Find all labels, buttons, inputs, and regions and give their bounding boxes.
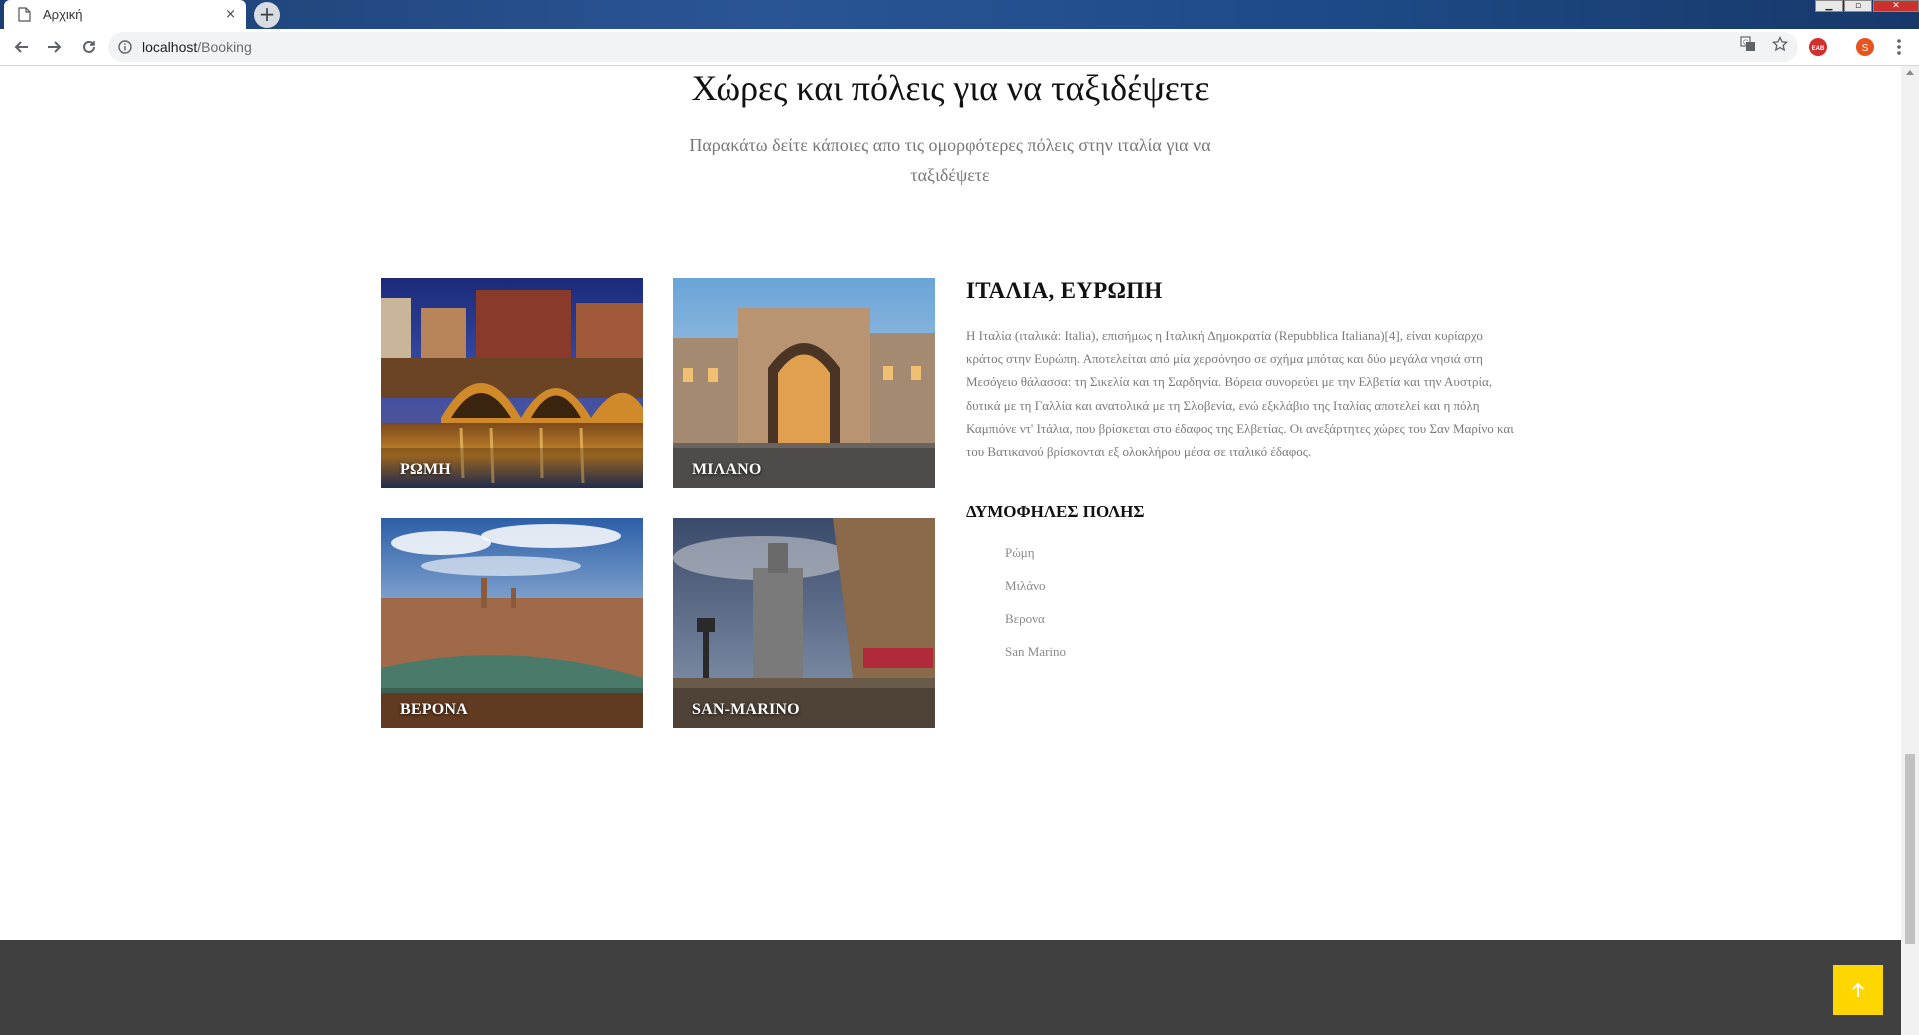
reload-icon (83, 40, 95, 53)
extension-badge: EAB (1812, 46, 1825, 52)
section-heading: Χώρες και πόλεις για να ταξιδέψετε (691, 68, 1210, 108)
popular-city-link[interactable]: Βερονα (1005, 609, 1066, 642)
city-card-rome[interactable]: ΡΩΜΗ (381, 278, 643, 488)
menu-kebab-icon[interactable] (1893, 37, 1905, 57)
url-path: /Booking (197, 39, 252, 55)
popular-cities-list: Ρώμη Μιλάνο Βερονα San Marino (1005, 543, 1066, 675)
city-card-san-marino[interactable]: SAN-MARINO (673, 518, 935, 728)
info-icon[interactable] (118, 40, 132, 54)
page-viewport: Χώρες και πόλεις για να ταξιδέψετε Παρακ… (0, 66, 1901, 1035)
city-card-label: SAN-MARINO (692, 701, 800, 718)
vertical-scrollbar[interactable] (1901, 66, 1919, 1035)
window-close-button[interactable]: ✕ (1873, 0, 1919, 12)
arrow-left-icon (14, 41, 28, 53)
svg-text:G: G (1743, 40, 1748, 47)
minimize-button[interactable]: ▁ (1815, 0, 1843, 12)
country-description: Η Ιταλία (ιταλικά: Italia), επισήμως η Ι… (966, 328, 1514, 460)
translate-icon[interactable]: G (1740, 36, 1756, 52)
country-title: ΙΤΑΛΙΑ, ΕΥΡΩΠΗ (966, 278, 1163, 303)
section-intro: Παρακάτω δείτε κάποιες απο τις ομορφότερ… (689, 135, 1211, 185)
popular-city-link[interactable]: Ρώμη (1005, 543, 1066, 576)
tab-title: Αρχική (43, 7, 83, 22)
city-card-label: ΡΩΜΗ (400, 461, 451, 478)
browser-tabstrip: Αρχική × + ▁ ▫ ✕ (0, 0, 1919, 29)
scroll-up-arrow[interactable] (1906, 70, 1914, 75)
browser-tab[interactable]: Αρχική × (4, 0, 246, 29)
reload-button[interactable] (76, 34, 102, 60)
arrow-up-icon (1852, 982, 1864, 997)
verona-photo (381, 518, 643, 728)
footer (0, 940, 1901, 1035)
scrollbar-thumb[interactable] (1905, 754, 1915, 944)
tab-close-icon[interactable]: × (225, 7, 236, 22)
window-controls: ▁ ▫ ✕ (1814, 0, 1919, 12)
browser-toolbar: localhost/Booking G (0, 29, 1919, 66)
extension-icon[interactable]: EAB (1808, 37, 1828, 57)
san-marino-photo (673, 518, 935, 728)
arrow-right-icon (48, 41, 62, 53)
profile-initial: S (1862, 43, 1869, 54)
bookmark-star-icon[interactable] (1772, 36, 1788, 52)
forward-button[interactable] (42, 34, 68, 60)
city-card-milan[interactable]: ΜΙΛΑΝΟ (673, 278, 935, 488)
back-to-top-button[interactable] (1833, 965, 1883, 1015)
popular-cities-title: ΔΥΜΟΦΗΛΕΣ ΠΟΛΗΣ (966, 502, 1145, 521)
new-tab-button[interactable]: + (254, 2, 280, 28)
milan-photo (673, 278, 935, 488)
rome-photo (381, 278, 643, 488)
city-card-label: ΒΕΡΟΝΑ (400, 701, 468, 718)
city-card-verona[interactable]: ΒΕΡΟΝΑ (381, 518, 643, 728)
city-card-label: ΜΙΛΑΝΟ (692, 461, 762, 478)
url-host: localhost (142, 39, 198, 55)
address-bar[interactable]: localhost/Booking G (108, 32, 1798, 62)
back-button[interactable] (8, 34, 34, 60)
profile-avatar[interactable]: S (1855, 37, 1875, 57)
popular-city-link[interactable]: Μιλάνο (1005, 576, 1066, 609)
document-icon (18, 7, 31, 22)
url-text: localhost/Booking (142, 39, 252, 55)
popular-city-link[interactable]: San Marino (1005, 642, 1066, 675)
maximize-button[interactable]: ▫ (1844, 0, 1872, 12)
